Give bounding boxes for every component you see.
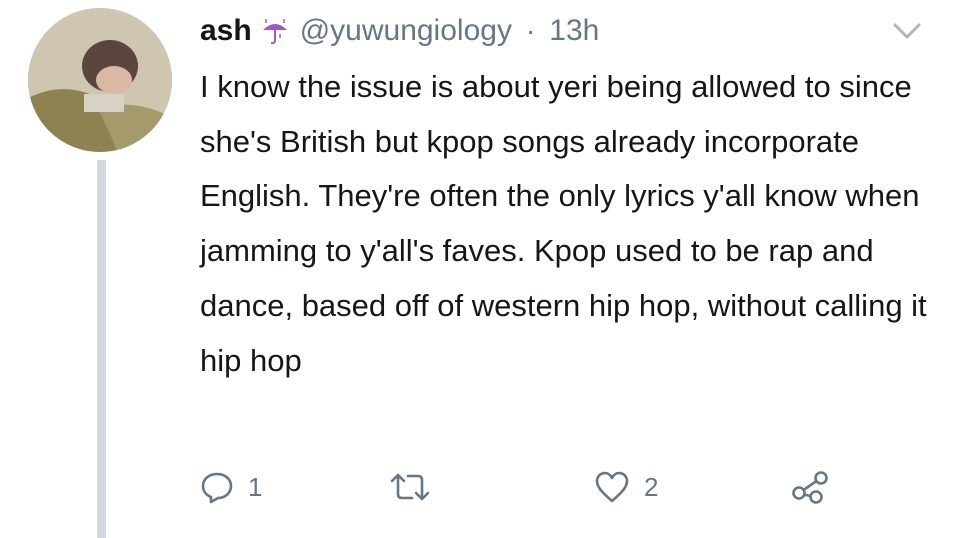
thread-line bbox=[97, 160, 106, 538]
reply-icon bbox=[201, 472, 233, 504]
avatar-image bbox=[28, 8, 172, 152]
chevron-down-icon[interactable] bbox=[890, 16, 924, 46]
tweet-actions: 1 2 bbox=[200, 462, 840, 512]
retweet-button[interactable] bbox=[388, 462, 446, 512]
separator-dot: · bbox=[525, 15, 536, 46]
umbrella-with-rain-icon bbox=[262, 19, 287, 45]
reply-count: 1 bbox=[248, 471, 263, 502]
reply-button[interactable]: 1 bbox=[200, 462, 262, 512]
timestamp[interactable]: 13h bbox=[549, 14, 599, 48]
like-count: 2 bbox=[644, 471, 659, 502]
share-icon bbox=[792, 471, 828, 504]
avatar[interactable] bbox=[28, 8, 172, 152]
like-button[interactable]: 2 bbox=[594, 462, 658, 512]
like-icon bbox=[595, 471, 629, 503]
share-button[interactable] bbox=[790, 462, 830, 512]
tweet-header: ash @yuwungiology · 13h bbox=[200, 6, 599, 56]
tweet-text: I know the issue is about yeri being all… bbox=[200, 69, 927, 378]
user-handle[interactable]: @yuwungiology bbox=[300, 14, 512, 48]
display-name[interactable]: ash bbox=[200, 14, 252, 48]
retweet-icon bbox=[390, 473, 430, 501]
